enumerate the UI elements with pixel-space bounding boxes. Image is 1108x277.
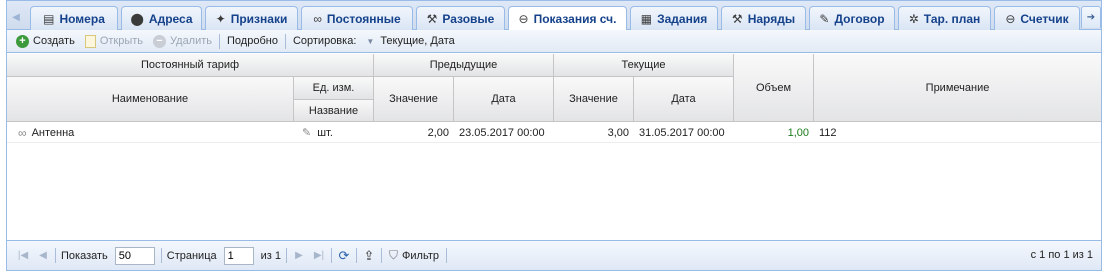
sort-label: Сортировка: [292, 35, 357, 47]
next-page-icon[interactable]: ▶ [289, 246, 309, 266]
paging-separator [55, 248, 56, 263]
tab-meter-readings[interactable]: ⊖ Показания сч. [508, 6, 627, 31]
header-unit-name[interactable]: Название [294, 100, 374, 122]
tab-label: Разовые [442, 11, 495, 26]
paging-info: с 1 по 1 из 1 [1030, 249, 1093, 261]
export-icon[interactable]: ⇪ [359, 246, 379, 266]
tab-strip: ◀ ▤ Номера ⬤ Адреса ✦ Признаки ∞ Постоян… [7, 1, 1101, 31]
sort-value-button[interactable]: ▼ Текущие, Дата [361, 31, 459, 51]
table-row[interactable]: ∞ Антенна ✎ шт. 2,00 23.05.2017 00:00 3,… [7, 122, 1101, 143]
delete-button[interactable]: − Удалить [148, 31, 217, 51]
minus-icon: − [153, 34, 167, 48]
clipboard-icon: ▦ [640, 11, 653, 26]
tab-contract[interactable]: ✎ Договор [809, 6, 895, 30]
paging-separator [160, 248, 162, 263]
tab-counter[interactable]: ⊖ Счетчик [994, 6, 1080, 30]
tab-label: Тар. план [923, 11, 981, 26]
header-permanent-tariff: Постоянный тариф [7, 54, 374, 77]
funnel-icon: ⛉ [389, 248, 399, 262]
cell-volume: 1,00 [787, 126, 809, 139]
link-icon: ∞ [313, 11, 322, 26]
paging-separator [445, 248, 447, 263]
paging-separator [356, 248, 357, 263]
page-size-label: Показать [61, 249, 108, 262]
map-pin-icon: ⬤ [130, 11, 144, 26]
edit-document-icon: ✎ [819, 11, 830, 26]
tags-icon: ✦ [215, 11, 226, 26]
tab-label: Адреса [148, 11, 193, 26]
header-previous: Предыдущие [374, 54, 554, 77]
tab-label: Показания сч. [533, 12, 617, 26]
tab-label: Счетчик [1020, 11, 1069, 26]
meter-readings-panel: ◀ ▤ Номера ⬤ Адреса ✦ Признаки ∞ Постоян… [6, 0, 1102, 271]
cell-prev-date: 23.05.2017 00:00 [459, 126, 545, 139]
grid-body: ∞ Антенна ✎ шт. 2,00 23.05.2017 00:00 3,… [7, 122, 1101, 239]
paging-separator [381, 248, 382, 263]
wrench-icon: ⚒ [426, 11, 438, 26]
first-page-icon[interactable]: |◀ [13, 246, 33, 266]
tab-label: Номера [59, 11, 105, 26]
cell-note: 112 [819, 126, 837, 139]
plus-icon: + [16, 34, 29, 48]
tab-scroll-right-icon[interactable]: ➔ [1081, 6, 1101, 28]
cell-unit: ✎ шт. [302, 126, 333, 140]
toolbar-separator [219, 33, 221, 49]
tab-label: Признаки [230, 11, 288, 26]
page-count-label: из 1 [260, 249, 281, 262]
header-note[interactable]: Примечание [814, 54, 1101, 122]
toolbar: + Создать Открыть − Удалить Подробно Сор… [7, 30, 1101, 53]
header-cur-date[interactable]: Дата [634, 77, 734, 122]
cell-cur-value: 3,00 [607, 126, 629, 139]
tab-attributes[interactable]: ✦ Признаки [205, 6, 298, 30]
tab-tariff-plan[interactable]: ✲ Тар. план [898, 6, 991, 30]
create-button[interactable]: + Создать [11, 31, 80, 51]
tab-permanent[interactable]: ∞ Постоянные [301, 6, 413, 30]
cell-cur-date: 31.05.2017 00:00 [639, 126, 725, 139]
tab-label: Наряды [747, 11, 796, 26]
tab-tasks[interactable]: ▦ Задания [630, 6, 718, 30]
header-unit-group: Ед. изм. [294, 77, 374, 100]
tab-work-orders[interactable]: ⚒ Наряды [721, 6, 806, 30]
refresh-icon[interactable]: ⟳ [334, 246, 354, 266]
cell-prev-value: 2,00 [427, 126, 449, 139]
sort-desc-icon: ▼ [366, 36, 375, 46]
header-volume[interactable]: Объем [734, 54, 814, 122]
paging-toolbar: |◀ ◀ Показать Страница из 1 ▶ ▶| ⟳ ⇪ ⛉ Ф… [7, 240, 1101, 270]
header-current: Текущие [554, 54, 734, 77]
open-document-icon [84, 34, 96, 48]
last-page-icon[interactable]: ▶| [309, 246, 329, 266]
document-icon: ▤ [43, 11, 55, 26]
filter-button[interactable]: ⛉ Фильтр [384, 246, 444, 266]
details-button[interactable]: Подробно [222, 31, 283, 51]
toolbar-separator [284, 33, 286, 49]
open-button[interactable]: Открыть [80, 31, 148, 51]
tab-addresses[interactable]: ⬤ Адреса [121, 6, 202, 30]
paging-separator [286, 248, 287, 263]
header-prev-date[interactable]: Дата [454, 77, 554, 122]
tab-label: Постоянные [326, 11, 401, 26]
tab-scroll-left-icon[interactable]: ◀ [7, 6, 25, 28]
minus-circle-icon: ⊖ [518, 12, 529, 26]
paging-separator [331, 248, 332, 263]
pencil-icon: ✎ [302, 127, 312, 139]
header-cur-value[interactable]: Значение [554, 77, 634, 122]
page-label: Страница [166, 249, 217, 262]
cell-name: ∞ Антенна [18, 125, 75, 140]
header-prev-value[interactable]: Значение [374, 77, 454, 122]
page-size-input[interactable] [114, 246, 155, 265]
tools-icon: ⚒ [731, 11, 743, 26]
tab-one-time[interactable]: ⚒ Разовые [416, 6, 505, 30]
prev-page-icon[interactable]: ◀ [33, 246, 53, 266]
link-icon: ∞ [18, 125, 27, 140]
tab-label: Договор [834, 11, 885, 26]
header-name[interactable]: Наименование [7, 77, 294, 122]
tab-numbers[interactable]: ▤ Номера [30, 6, 118, 30]
page-number-input[interactable] [223, 246, 254, 265]
network-icon: ✲ [908, 11, 919, 26]
tab-label: Задания [657, 11, 708, 26]
counter-icon: ⊖ [1005, 11, 1016, 26]
